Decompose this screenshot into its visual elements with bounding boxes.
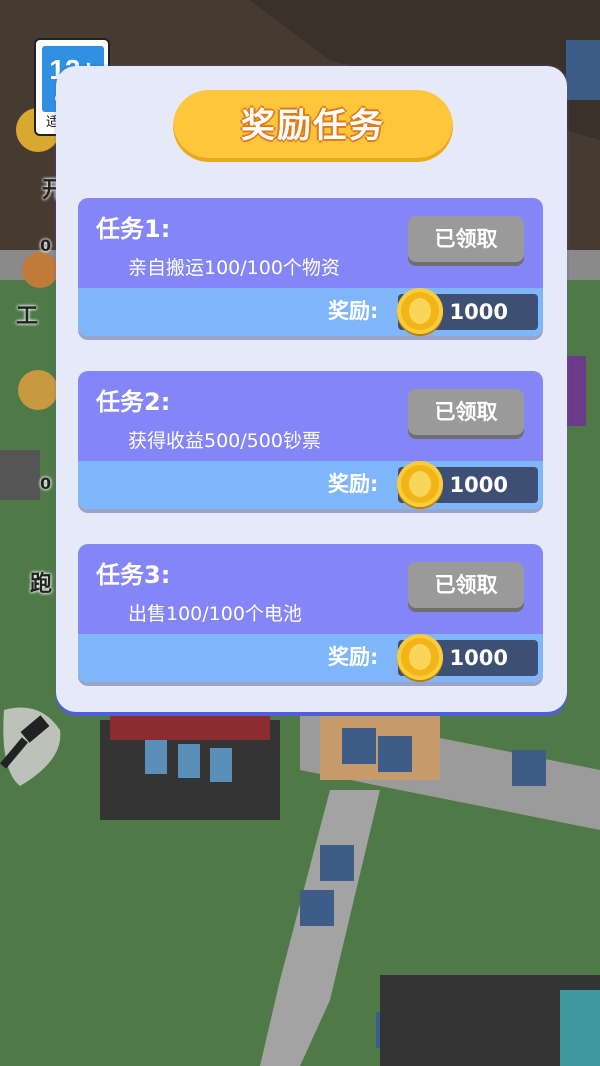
- coin-icon: [397, 288, 443, 334]
- dialog-title: 奖励任务: [241, 106, 385, 146]
- task-label: 任务1:: [96, 215, 171, 243]
- task-description: 获得收益500/500钞票: [128, 430, 321, 452]
- reward-task-dialog: 奖励任务 任务1: 亲自搬运100/100个物资 已领取 奖励: 1000 任务…: [56, 66, 567, 712]
- bg-label-3: 跑: [30, 572, 53, 597]
- hammer-icon: [0, 707, 61, 786]
- bg-num-2: 0: [40, 474, 52, 493]
- claim-button-task-3[interactable]: 已领取: [408, 562, 524, 608]
- task-card-1: 任务1: 亲自搬运100/100个物资 已领取 奖励: 1000: [78, 198, 543, 336]
- reward-label: 奖励:: [328, 472, 379, 496]
- claim-button-task-1[interactable]: 已领取: [408, 216, 524, 262]
- claim-button-task-2[interactable]: 已领取: [408, 389, 524, 435]
- bg-label-2: 工: [16, 304, 39, 329]
- task-description: 出售100/100个电池: [128, 603, 302, 625]
- coin-icon: [397, 461, 443, 507]
- task-card-2: 任务2: 获得收益500/500钞票 已领取 奖励: 1000: [78, 371, 543, 509]
- reward-label: 奖励:: [328, 645, 379, 669]
- task-card-3: 任务3: 出售100/100个电池 已领取 奖励: 1000: [78, 544, 543, 682]
- task-label: 任务3:: [96, 561, 171, 589]
- build-hammer-button[interactable]: [0, 700, 64, 786]
- task-label: 任务2:: [96, 388, 171, 416]
- coin-icon: [397, 634, 443, 680]
- dialog-title-banner: 奖励任务: [173, 90, 453, 162]
- task-description: 亲自搬运100/100个物资: [128, 257, 340, 279]
- reward-label: 奖励:: [328, 299, 379, 323]
- bg-num-1: 0: [40, 236, 52, 255]
